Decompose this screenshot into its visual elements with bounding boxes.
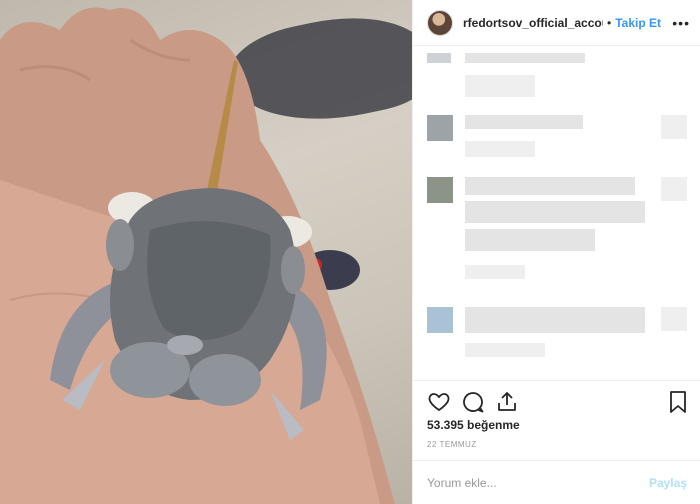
heart-icon[interactable]: [427, 390, 451, 419]
hand-with-crab-illustration: [0, 7, 395, 504]
comment-text-blurred: [465, 177, 635, 195]
bookmark-icon[interactable]: [667, 390, 689, 419]
post-comment-button[interactable]: Paylaş: [649, 476, 687, 490]
comment-text-blurred: [465, 229, 595, 251]
more-horizontal-icon[interactable]: •••: [672, 15, 690, 31]
comment-like-blurred: [661, 177, 687, 201]
likes-count[interactable]: 53.395 beğenme: [427, 418, 520, 432]
comment-text-blurred: [465, 115, 583, 129]
comment-avatar-blurred: [427, 115, 453, 141]
post-date[interactable]: 22 TEMMUZ: [427, 440, 477, 449]
post-actions: [413, 380, 700, 421]
comment-avatar-blurred: [427, 53, 451, 63]
comment-text-blurred: [465, 201, 645, 223]
post-side-panel: rfedortsov_official_accou • Takip Et •••: [412, 0, 700, 504]
separator-dot: •: [607, 15, 612, 30]
comment-text-blurred: [465, 265, 525, 279]
post-header: rfedortsov_official_accou • Takip Et •••: [413, 0, 700, 46]
add-comment-bar: Paylaş: [413, 460, 700, 504]
comment-text-blurred: [465, 307, 645, 333]
comment-text-blurred: [465, 343, 545, 357]
comment-icon[interactable]: [461, 390, 485, 419]
comment-text-blurred: [465, 75, 535, 97]
post-photo[interactable]: [0, 0, 412, 504]
comment-like-blurred: [661, 115, 687, 139]
comments-list[interactable]: [413, 47, 700, 380]
comment-text-blurred: [465, 141, 535, 157]
comment-avatar-blurred: [427, 177, 453, 203]
follow-button[interactable]: Takip Et: [615, 16, 661, 30]
comment-like-blurred: [661, 307, 687, 331]
share-icon[interactable]: [495, 390, 519, 419]
avatar[interactable]: [427, 9, 453, 36]
comment-text-blurred: [465, 53, 585, 63]
username-link[interactable]: rfedortsov_official_accou: [463, 16, 603, 30]
comment-avatar-blurred: [427, 307, 453, 333]
comment-input[interactable]: [427, 475, 649, 490]
